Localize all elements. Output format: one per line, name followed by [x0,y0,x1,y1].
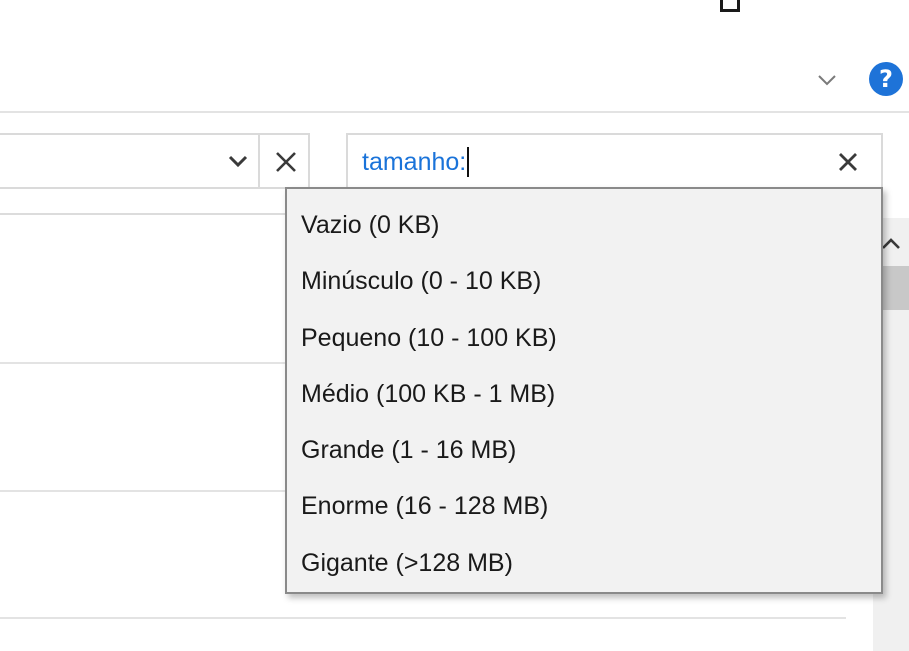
size-option-enorme[interactable]: Enorme (16 - 128 MB) [287,478,881,534]
close-icon [839,153,857,171]
close-icon [836,0,876,20]
size-option-minusculo[interactable]: Minúsculo (0 - 10 KB) [287,253,881,309]
size-option-grande[interactable]: Grande (1 - 16 MB) [287,422,881,478]
column-header-divider [0,213,290,215]
row-divider [0,490,290,492]
address-bar[interactable] [0,133,310,189]
address-history-dropdown[interactable] [218,133,258,189]
scrollbar-thumb[interactable] [882,266,909,310]
size-filter-list: Vazio (0 KB) Minúsculo (0 - 10 KB) Peque… [287,189,881,591]
close-window-button[interactable] [836,0,876,20]
size-option-gigante[interactable]: Gigante (>128 MB) [287,535,881,591]
ribbon-divider [0,111,909,113]
chevron-down-icon [818,75,836,86]
row-divider [0,617,846,619]
chevron-down-icon [228,155,248,168]
text-caret [467,147,470,177]
maximize-button[interactable] [716,0,756,20]
search-query: tamanho: [362,148,467,176]
address-separator [258,135,260,187]
help-button[interactable]: ? [869,62,903,96]
size-option-pequeno[interactable]: Pequeno (10 - 100 KB) [287,310,881,366]
close-icon [276,152,296,172]
maximize-icon [720,0,740,12]
expand-ribbon-button[interactable] [813,66,841,94]
size-option-medio[interactable]: Médio (100 KB - 1 MB) [287,366,881,422]
address-clear-button[interactable] [266,142,306,182]
size-filter-dropdown: Vazio (0 KB) Minúsculo (0 - 10 KB) Peque… [285,187,883,594]
size-option-vazio[interactable]: Vazio (0 KB) [287,197,881,253]
help-icon: ? [879,65,893,93]
search-clear-button[interactable] [833,147,863,177]
row-divider [0,362,290,364]
search-input[interactable]: tamanho: [346,133,883,189]
